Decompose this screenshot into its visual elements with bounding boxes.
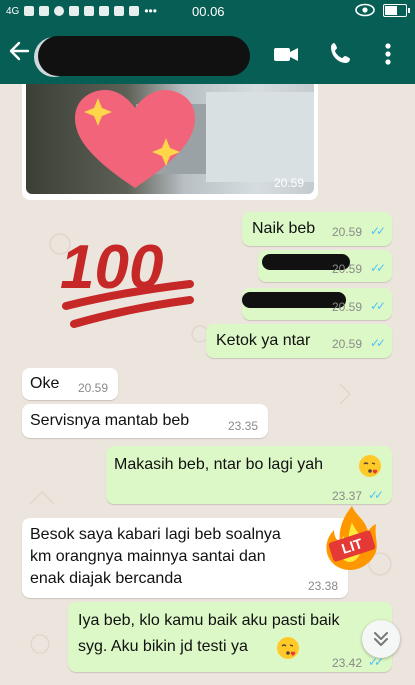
heart-sticker [75,90,195,188]
image-message[interactable]: 20.59 [22,84,318,200]
message-text: Naik beb [252,220,316,237]
message-bubble-outgoing[interactable]: Makasih beb, ntar bo lagi yah 23.37 ✓✓ [106,446,392,504]
message-text: Makasih beb, ntar bo lagi yah [114,456,324,473]
mail-icon [99,6,110,16]
message-time: 23.38 [308,579,339,593]
more-notifications-icon: ••• [144,4,157,18]
message-time: 23.37 [332,489,363,503]
kiss-emoji-icon [277,637,299,659]
message-time: 20.59 [332,337,363,351]
message-time: 20.59 [332,225,363,239]
eye-icon [355,3,375,17]
message-bubble-outgoing[interactable]: 20.59 ✓✓ [258,250,392,282]
message-icon [114,6,125,16]
message-time: 23.35 [228,419,259,433]
scroll-to-bottom-button[interactable] [362,620,400,658]
kiss-emoji-icon [359,455,381,477]
whatsapp-icon [54,6,65,16]
message-time: 20.59 [332,262,363,276]
menu-button[interactable] [378,40,406,68]
message-bubble-incoming[interactable]: Besok saya kabari lagi beb soalnya km or… [22,518,348,598]
message-text-line: Besok saya kabari lagi beb soalnya [30,526,281,543]
message-text-line: Iya beb, klo kamu baik aku pasti baik [78,612,340,629]
status-right-icons [355,3,410,17]
shared-photo[interactable] [26,84,314,194]
chat-area[interactable]: 20.59 100 Naik beb 20.59 ✓✓ 20.59 ✓✓ 20.… [0,84,415,685]
more-vertical-icon [385,43,391,65]
message-bubble-incoming[interactable]: Servisnya mantab beb 23.35 [22,404,268,438]
message-text: Oke [30,375,60,392]
status-bar: 4G ••• 00.06 [0,0,415,22]
signal-icon-2 [39,6,50,16]
video-camera-icon [274,48,298,61]
lit-fire-sticker: LIT [326,506,377,570]
video-call-button[interactable] [272,40,300,68]
read-ticks-icon: ✓✓ [370,224,386,238]
message-bubble-outgoing[interactable]: Iya beb, klo kamu baik aku pasti baik sy… [68,602,392,672]
message-text-line: km orangnya mainnya santai dan [30,548,266,565]
read-ticks-icon: ✓✓ [370,261,386,275]
arrow-left-icon [9,41,30,61]
message-bubble-outgoing[interactable]: 20.59 ✓✓ [242,288,392,320]
hundred-sticker: 100 [60,233,194,328]
redacted-text [242,292,346,308]
message-bubble-outgoing[interactable]: Naik beb 20.59 ✓✓ [242,212,392,246]
battery-icon [383,3,410,17]
message-text: Ketok ya ntar [216,332,311,349]
message-time: 23.42 [332,656,363,670]
message-time: 20.59 [332,300,363,314]
message-text: Servisnya mantab beb [30,412,190,429]
read-ticks-icon: ✓✓ [370,299,386,313]
chat-header [0,22,415,84]
network-type: 4G [6,5,20,17]
clock: 00.06 [192,4,225,19]
message-text-line: enak diajak bercanda [30,570,183,587]
twitter-icon [84,6,95,16]
read-ticks-icon: ✓✓ [368,488,384,502]
message-time: 20.59 [274,176,305,190]
message-text-line: syg. Aku bikin jd testi ya [78,638,248,655]
message-time: 20.59 [78,381,109,395]
contact-name[interactable] [38,36,250,76]
shield-icon [129,6,140,16]
signal-icon [24,6,35,16]
double-chevron-down-icon [374,632,388,646]
back-button[interactable] [8,40,32,64]
message-bubble-incoming[interactable]: Oke 20.59 [22,368,118,400]
status-left-icons: 4G ••• [6,4,157,18]
message-bubble-outgoing[interactable]: Ketok ya ntar 20.59 ✓✓ [206,324,392,358]
facebook-icon [69,6,80,16]
read-ticks-icon: ✓✓ [370,336,386,350]
voice-call-button[interactable] [328,40,356,68]
phone-icon [331,43,350,63]
